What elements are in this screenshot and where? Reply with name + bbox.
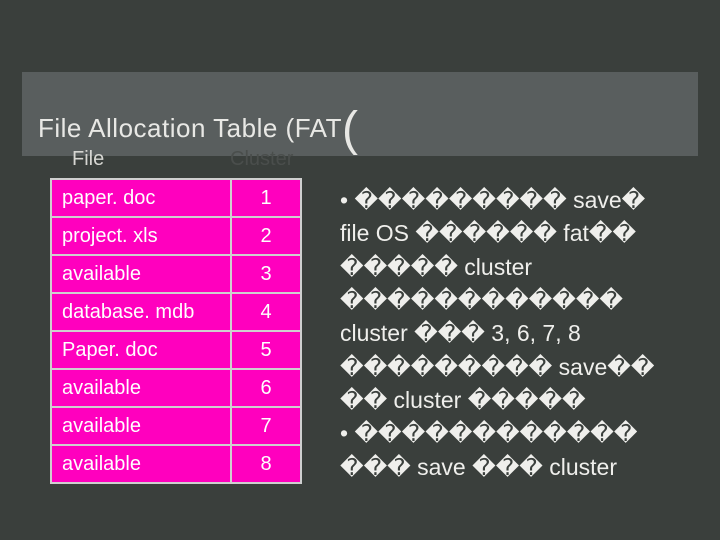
note-line: • ��������� save� — [340, 184, 710, 217]
cluster-cell: 5 — [231, 331, 301, 369]
cluster-cell: 1 — [231, 179, 301, 217]
title-paren: ( — [342, 103, 358, 156]
cluster-cell: 3 — [231, 255, 301, 293]
cluster-cell: 7 — [231, 407, 301, 445]
column-header-cluster: Cluster — [230, 148, 293, 171]
file-cell: database. mdb — [51, 293, 231, 331]
title-text: File Allocation Table (FAT — [38, 113, 342, 143]
file-cell: available — [51, 369, 231, 407]
table-row: available3 — [51, 255, 301, 293]
cluster-cell: 6 — [231, 369, 301, 407]
file-cell: available — [51, 445, 231, 483]
slide-title: File Allocation Table (FAT( — [38, 94, 358, 149]
column-header-file: File — [72, 148, 104, 171]
table-row: available6 — [51, 369, 301, 407]
file-cell: available — [51, 407, 231, 445]
table-row: available8 — [51, 445, 301, 483]
table-row: project. xls2 — [51, 217, 301, 255]
file-cell: project. xls — [51, 217, 231, 255]
note-line: ��� save ��� cluster — [340, 451, 710, 484]
note-line: �� cluster ����� — [340, 384, 710, 417]
note-line: ������������ — [340, 284, 710, 317]
cluster-cell: 4 — [231, 293, 301, 331]
table-row: available7 — [51, 407, 301, 445]
note-line: cluster ��� 3, 6, 7, 8 — [340, 317, 710, 350]
note-line: ��������� save�� — [340, 351, 710, 384]
notes-block: • ��������� save� file OS ������ fat�� �… — [340, 184, 710, 484]
note-line: ����� cluster — [340, 251, 710, 284]
file-cell: available — [51, 255, 231, 293]
note-line: file OS ������ fat�� — [340, 217, 710, 250]
file-cell: paper. doc — [51, 179, 231, 217]
table-row: paper. doc1 — [51, 179, 301, 217]
table-row: Paper. doc5 — [51, 331, 301, 369]
cluster-cell: 8 — [231, 445, 301, 483]
fat-table: paper. doc1 project. xls2 available3 dat… — [50, 178, 302, 484]
file-cell: Paper. doc — [51, 331, 231, 369]
table-row: database. mdb4 — [51, 293, 301, 331]
cluster-cell: 2 — [231, 217, 301, 255]
note-line: • ������������ — [340, 417, 710, 450]
